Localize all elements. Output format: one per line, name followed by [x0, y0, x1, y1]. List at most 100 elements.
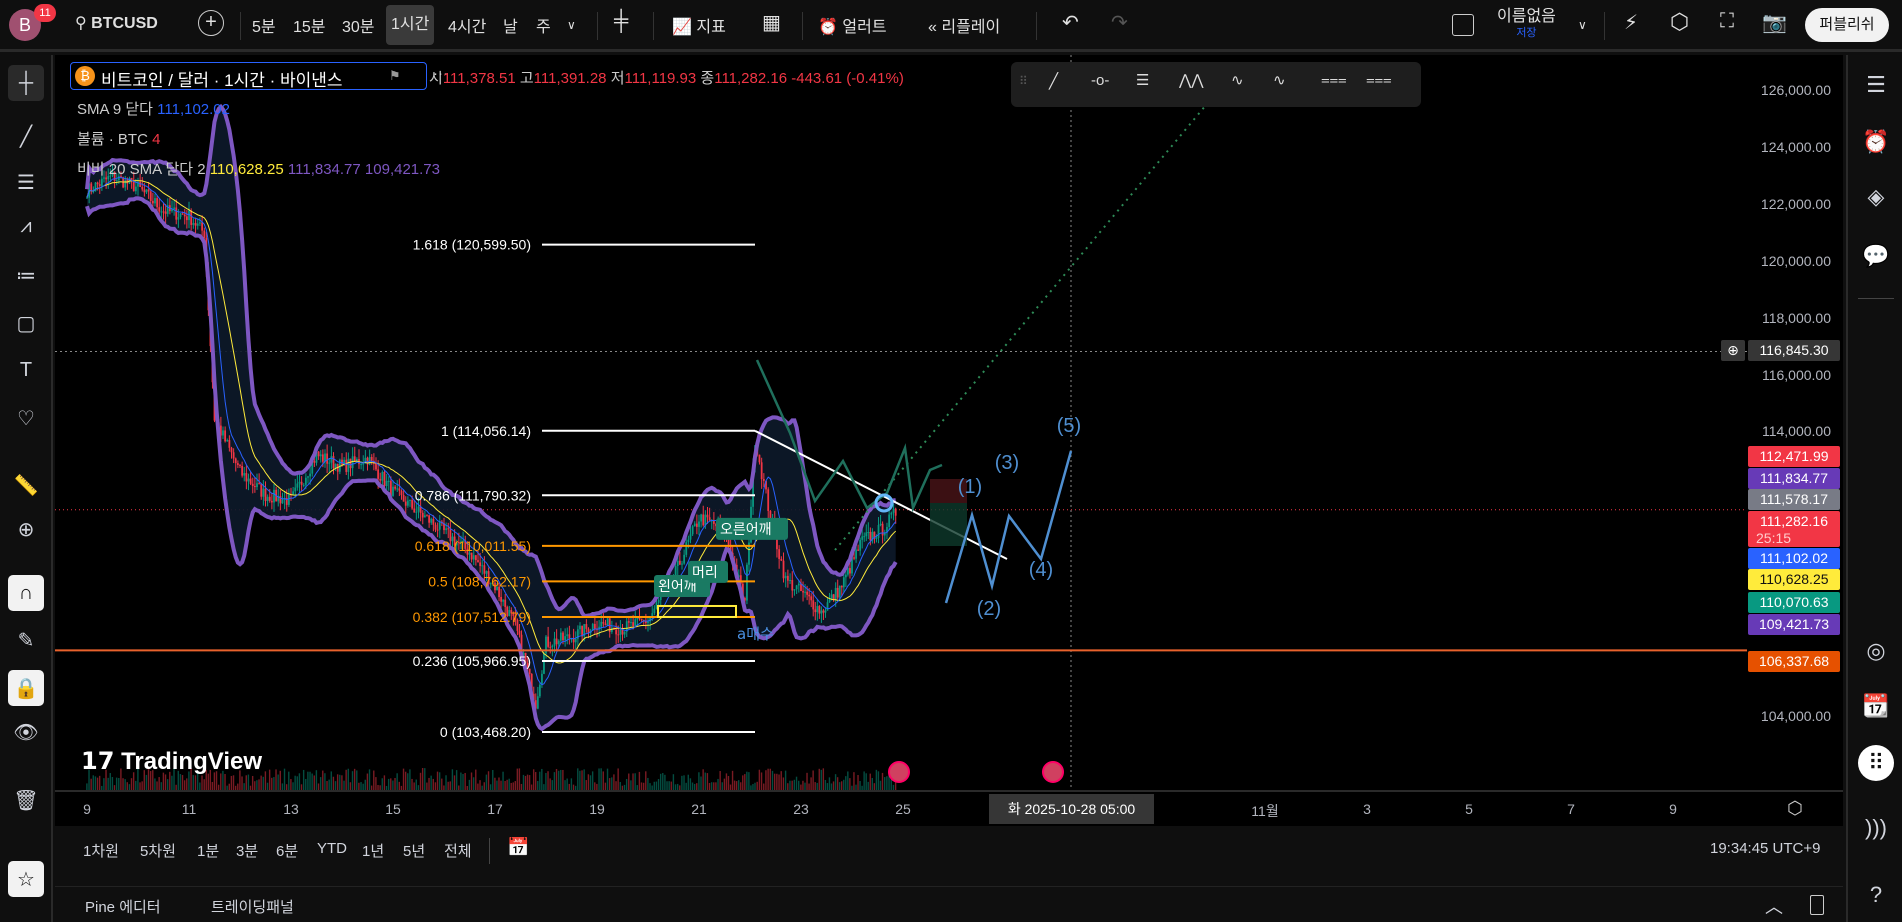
ruler-icon[interactable]: 📏 [8, 467, 44, 503]
text-icon[interactable]: T [8, 352, 44, 388]
fullscreen-icon[interactable]: ⛶ [1720, 10, 1734, 33]
watchlist-icon[interactable]: ☰ [1858, 67, 1894, 103]
bb-legend[interactable]: 비비 20 SMA 닫다 2 110,628.25 111,834.77 109… [77, 158, 440, 179]
candle [814, 609, 817, 613]
volume-bar [687, 774, 689, 790]
elliott-correction-icon[interactable]: ∿ [1273, 71, 1286, 89]
interval-5m[interactable]: 5분 [252, 13, 276, 37]
elliott-impulse-icon[interactable]: ∿ [1231, 71, 1244, 89]
chevron-down-icon[interactable]: ∨ [1578, 18, 1587, 32]
range-5y[interactable]: 5년 [403, 840, 425, 861]
time-tick: 17 [487, 801, 503, 817]
volume-bar [857, 775, 859, 790]
long-position-icon[interactable]: ⩶ [1321, 71, 1347, 88]
replay-button[interactable]: « 리플레이 [928, 13, 1000, 37]
price-axis[interactable]: 126,000.00 124,000.00 122,000.00 120,000.00… [1721, 55, 1843, 790]
volume-bar [445, 775, 447, 790]
range-1y[interactable]: 1년 [362, 840, 384, 861]
signal-icon[interactable]: ))) [1858, 810, 1894, 846]
range-1d[interactable]: 1차원 [83, 840, 119, 861]
target-icon[interactable]: ◎ [1858, 633, 1894, 669]
compare-plus-icon[interactable]: + [198, 10, 224, 36]
drawing-pencil-icon[interactable]: ✎ [8, 622, 44, 658]
volume-bar [413, 782, 415, 790]
drag-handle-icon[interactable]: ⠿ [1019, 74, 1028, 88]
crosshair-icon[interactable]: ┼ [8, 65, 44, 101]
quick-search-icon[interactable]: ⚡ [1624, 10, 1638, 35]
zoom-in-icon[interactable]: ⊕ [8, 511, 44, 547]
tab-trading-panel[interactable]: 트레이딩패널 [211, 896, 294, 917]
chevron-up-icon[interactable]: ︿ [1765, 893, 1783, 919]
candles-icon[interactable]: ╪ [614, 10, 628, 33]
heart-icon[interactable]: ♡ [8, 400, 44, 436]
time-axis[interactable]: 화 2025-10-28 05:00 ⬡ 9 11 13 15 17 19 21 23 25 11… [55, 790, 1843, 826]
magnet-icon[interactable]: ∩ [8, 575, 44, 611]
alerts-clock-icon[interactable]: ⏰ [1858, 124, 1894, 160]
range-ytd[interactable]: YTD [317, 840, 347, 857]
candle [381, 471, 384, 481]
undo-icon[interactable]: ↶ [1062, 10, 1079, 35]
trend-line-icon[interactable]: ╱ [8, 118, 44, 154]
volume-bar [264, 771, 267, 790]
chevron-down-icon[interactable]: ∨ [567, 18, 576, 32]
redo-icon[interactable]: ↷ [1111, 10, 1128, 35]
settings-hexagon-icon[interactable]: ⬡ [1670, 9, 1689, 35]
interval-30m[interactable]: 30분 [342, 13, 375, 37]
interval-day[interactable]: 날 [503, 13, 518, 37]
star-icon[interactable]: ☆ [8, 861, 44, 897]
lock-icon[interactable]: 🔒 [8, 670, 44, 706]
candle [623, 631, 626, 635]
alert-button[interactable]: ⏰ 얼러트 [818, 13, 887, 37]
parallel-channel-icon[interactable]: ☰ [1136, 71, 1149, 89]
horizontal-ray-icon[interactable]: -o- [1091, 72, 1109, 89]
range-5d[interactable]: 5차원 [140, 840, 176, 861]
templates-grid-icon[interactable]: ▦ [762, 10, 781, 35]
volume-legend[interactable]: 볼륨 · BTC 4 [77, 128, 160, 149]
interval-4h[interactable]: 4시간 [448, 13, 486, 37]
layout-name[interactable]: 이름없음 저장 [1497, 8, 1556, 42]
maximize-panel-icon[interactable] [1810, 895, 1824, 915]
sma-legend[interactable]: SMA 9 닫다 111,102.02 [77, 98, 230, 119]
interval-week[interactable]: 주 [536, 13, 551, 37]
layers-icon[interactable]: ◈ [1858, 179, 1894, 215]
volume-bar [288, 771, 290, 790]
forecast-icon[interactable]: ≔ [8, 257, 44, 293]
range-1m[interactable]: 1분 [197, 840, 219, 861]
pattern-icon[interactable]: ⩘ [8, 208, 44, 244]
interval-15m[interactable]: 15분 [293, 13, 326, 37]
fib-retracement-icon[interactable]: ☰ [8, 164, 44, 200]
range-6m[interactable]: 6분 [276, 840, 298, 861]
interval-1h[interactable]: 1시간 [386, 5, 435, 45]
calendar-icon[interactable]: 📆 [1858, 688, 1894, 724]
clock-timezone[interactable]: 19:34:45 UTC+9 [1710, 840, 1821, 857]
trend-line-icon[interactable]: ╱ [1049, 72, 1058, 90]
range-all[interactable]: 전체 [444, 840, 472, 861]
head-shoulders-icon[interactable]: ⋀⋀ [1179, 71, 1204, 89]
event-flag-icon[interactable] [888, 761, 910, 783]
symbol-legend[interactable]: ₿ 비트코인 / 달러 · 1시간 · 바이낸스 ⚑ [70, 62, 427, 90]
tab-pine-editor[interactable]: Pine 에디터 [85, 896, 161, 917]
candle [417, 506, 420, 512]
trash-icon[interactable]: 🗑 [8, 782, 44, 818]
event-flag-icon[interactable] [1042, 761, 1064, 783]
layout-square-icon[interactable] [1452, 14, 1474, 36]
save-label[interactable]: 저장 [1497, 25, 1556, 42]
flag-icon[interactable]: ⚑ [389, 68, 401, 84]
add-alert-plus-icon[interactable]: ⊕ [1721, 340, 1745, 362]
chart-pane[interactable]: 1.618 (120,599.50) 1 (114,056.14) 0.786 (1… [55, 55, 1747, 790]
candle [758, 454, 761, 463]
go-to-date-icon[interactable]: 📅 [507, 837, 529, 858]
help-icon[interactable]: ? [1858, 877, 1894, 913]
short-position-icon[interactable]: ⩶ [1366, 71, 1392, 88]
rectangle-icon[interactable]: ▢ [8, 305, 44, 341]
eye-icon[interactable]: 👁 [8, 714, 44, 750]
apps-grid-icon[interactable]: ⠿ [1858, 745, 1894, 781]
volume-bar [171, 775, 173, 790]
camera-icon[interactable]: 📷 [1762, 10, 1787, 35]
axis-settings-icon[interactable]: ⬡ [1787, 798, 1803, 819]
range-3m[interactable]: 3분 [236, 840, 258, 861]
publish-button[interactable]: 퍼블리쉬 [1805, 8, 1889, 42]
indicators-button[interactable]: 📈 지표 [672, 13, 726, 37]
symbol-search[interactable]: ⚲ BTCUSD [75, 13, 158, 33]
chat-icon[interactable]: 💬 [1858, 238, 1894, 274]
